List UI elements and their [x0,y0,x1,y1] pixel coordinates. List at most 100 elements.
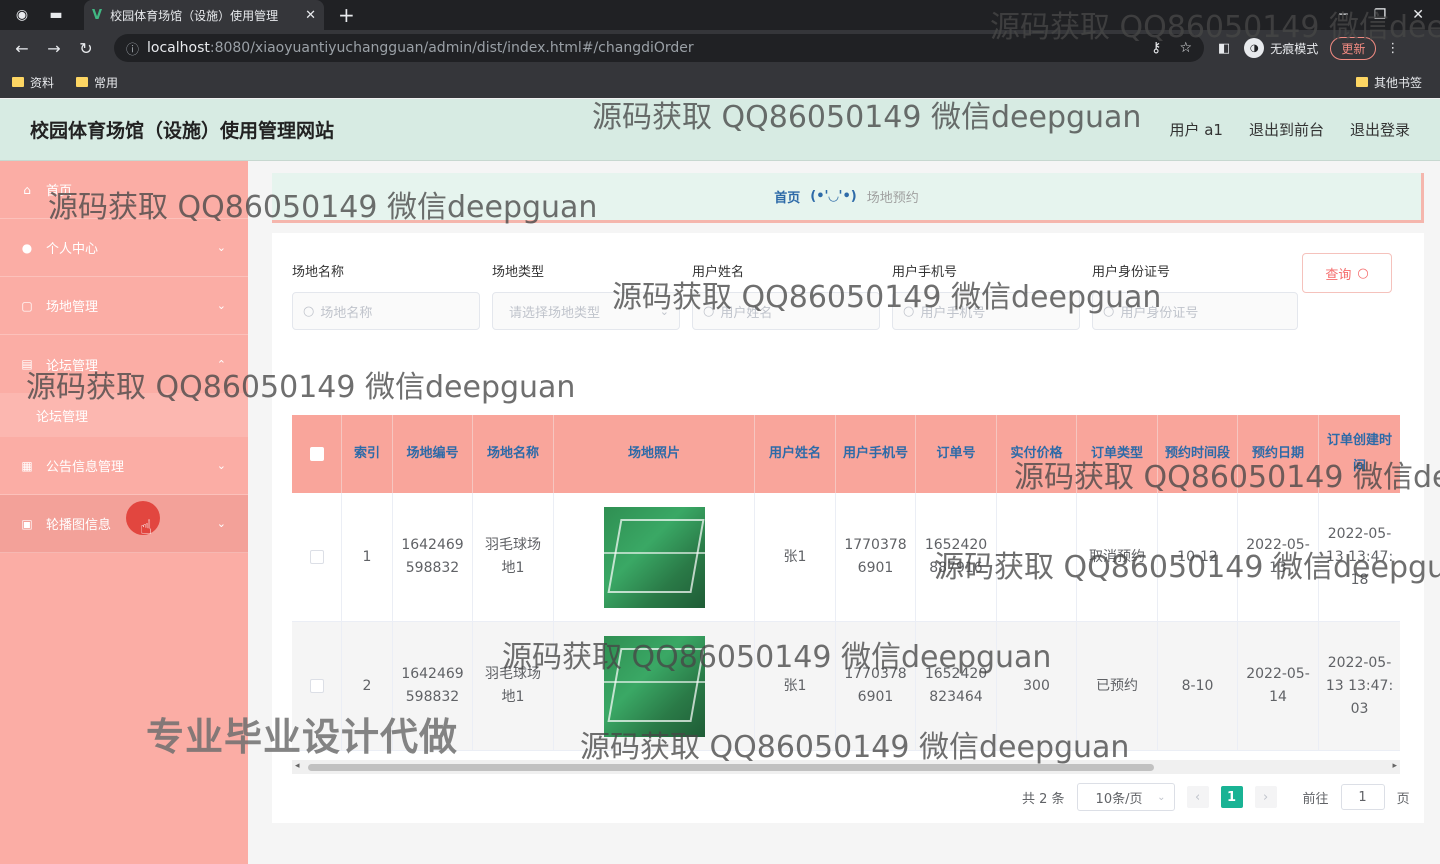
reload-icon[interactable]: ↻ [70,39,102,58]
folder-icon [1355,77,1368,87]
chevron-down-icon: ⌄ [216,299,226,312]
select-all-cell[interactable] [292,415,342,493]
row-select-cell[interactable] [292,493,342,621]
scroll-left-icon[interactable]: ◂ [295,761,300,771]
back-to-front-link[interactable]: 退出到前台 [1249,119,1324,140]
tab-close-icon[interactable]: ✕ [305,8,316,23]
cell-price [997,493,1077,621]
goto-page-input[interactable]: 1 [1340,784,1385,810]
bookmarks-bar: 资料 常用 其他书签 [0,66,1440,98]
logout-link[interactable]: 退出登录 [1350,119,1410,140]
table-header-cell[interactable]: 预约时间段 [1158,415,1238,493]
site-title: 校园体育场馆（设施）使用管理网站 [30,120,335,142]
cell-order-no: 1652420887916 [916,493,997,621]
table-header-cell[interactable]: 订单号 [916,415,997,493]
close-window-icon[interactable]: ✕ [1412,7,1424,23]
query-button[interactable]: 查询 ○ [1302,253,1392,293]
window-controls: ─ ❐ ✕ [1339,0,1440,30]
table-header-cell[interactable]: 预约日期 [1238,415,1319,493]
table-header-cell[interactable]: 索引 [342,415,393,493]
sidebar-subitem-forum[interactable]: 论坛管理 [0,393,248,437]
venue-name-input[interactable]: ○ 场地名称 [292,292,480,330]
filter-form: 场地名称 ○ 场地名称 场地类型 请选择场地类型 ⌄ 用户姓名 ○ 用户姓名 用户手机… [292,261,1298,330]
cell-created-time: 2022-05-13 13:47:18 [1325,525,1394,588]
bookmark-star-icon[interactable]: ☆ [1179,40,1192,56]
user-name-input[interactable]: ○ 用户姓名 [692,292,880,330]
cell-venue-no: 1642469598832 [393,493,473,621]
next-page-button[interactable]: › [1254,786,1277,808]
cell-user-phone: 17703786901 [836,493,916,621]
table-header-cell[interactable]: 场地编号 [393,415,473,493]
venue-photo[interactable] [603,635,705,737]
table-header-cell[interactable]: 场地名称 [473,415,554,493]
bookmark-folder-1[interactable]: 资料 [12,74,54,91]
cell-order-type: 取消预约 [1077,493,1158,621]
row-checkbox[interactable] [309,550,324,564]
incognito-indicator[interactable]: ◑ 无痕模式 [1244,38,1318,58]
key-icon[interactable]: ⚷ [1151,40,1161,56]
minimize-icon[interactable]: ─ [1339,7,1347,23]
sidepanel-icon[interactable]: ◧ [1218,41,1230,56]
horizontal-scrollbar[interactable]: ◂ ▸ [292,760,1400,774]
table-row[interactable]: 2 1642469598832 羽毛球场地1 张1 17703786901 16… [292,622,1400,751]
cell-venue-photo [554,493,755,621]
page-number[interactable]: 1 [1220,786,1243,808]
scroll-right-icon[interactable]: ▸ [1392,761,1397,771]
ad-overlay-text: 专业毕业设计代做 [146,715,459,759]
chevron-down-icon: ⌄ [659,304,669,318]
url-field[interactable]: ⓘ localhost:8080/xiaoyuantiyuchangguan/a… [114,34,1204,62]
select-all-checkbox[interactable] [309,447,324,461]
sidebar-item-profile[interactable]: ● 个人中心 ⌄ [0,219,248,277]
vue-logo-icon: V [92,7,103,23]
sidebar-item-notice[interactable]: ▦ 公告信息管理 ⌄ [0,437,248,495]
page-size-select[interactable]: 10条/页 ⌄ [1076,783,1175,811]
new-tab-icon[interactable]: + [338,3,355,27]
other-bookmarks[interactable]: 其他书签 [1355,74,1422,91]
more-menu-icon[interactable]: ⋮ [1386,41,1399,56]
sidebar-item-venue[interactable]: ▢ 场地管理 ⌄ [0,277,248,335]
venue-icon: ▢ [21,298,33,313]
forum-icon: ▤ [21,357,33,371]
browser-tab-bar: ◉ ▬ V 校园体育场馆（设施）使用管理 ✕ + ─ ❐ ✕ [0,0,1440,30]
chevron-down-icon: ⌄ [216,517,226,530]
back-icon[interactable]: ← [6,39,38,58]
table-header-cell[interactable]: 场地照片 [554,415,755,493]
table-header-cell[interactable]: 实付价格 [997,415,1077,493]
folder-icon [76,77,89,87]
venue-type-select[interactable]: 请选择场地类型 ⌄ [492,292,680,330]
table-header-cell[interactable]: 用户姓名 [755,415,836,493]
browser-menu-icon[interactable]: ◉ [10,3,34,27]
forward-icon[interactable]: → [38,39,70,58]
url-host: localhost [147,40,210,56]
table-row[interactable]: 1 1642469598832 羽毛球场地1 张1 17703786901 16… [292,493,1400,622]
page-suffix: 页 [1396,791,1410,807]
search-icon: ○ [903,303,915,319]
filter-user-idcard: 用户身份证号 ○ 用户身份证号 [1092,261,1298,330]
site-info-icon[interactable]: ⓘ [126,39,139,58]
browser-tab[interactable]: V 校园体育场馆（设施）使用管理 ✕ [84,0,324,30]
prev-page-button[interactable]: ‹ [1186,786,1209,808]
sidebar-item-forum[interactable]: ▤ 论坛管理 ⌃ [0,335,248,393]
table-header-cell[interactable]: 订单类型 [1077,415,1158,493]
row-checkbox[interactable] [309,679,324,693]
filter-label: 用户身份证号 [1092,265,1171,280]
table-header-cell[interactable]: 订单创建时间 [1319,415,1400,493]
restore-icon[interactable]: ❐ [1374,7,1387,23]
cell-time-slot: 10-12 [1158,493,1238,621]
bookmark-folder-2[interactable]: 常用 [76,74,118,91]
scrollbar-thumb[interactable] [308,764,1154,771]
venue-photo[interactable] [603,506,705,608]
sidebar-item-carousel[interactable]: ▣ 轮播图信息 ⌄ [0,495,248,553]
update-button[interactable]: 更新 [1330,36,1377,60]
table-header-cell[interactable]: 用户手机号 [836,415,916,493]
user-idcard-input[interactable]: ○ 用户身份证号 [1092,292,1298,330]
tab-list-icon[interactable]: ▬ [44,3,68,27]
cell-order-type: 已预约 [1077,622,1158,750]
breadcrumb-home[interactable]: 首页 [774,187,800,206]
table-header: 索引 场地编号 场地名称 场地照片 用户姓名 用户手机号 订单号 实付价格 订单… [292,415,1400,493]
cell-created-time: 2022-05-13 13:47:03 [1325,654,1394,717]
user-phone-input[interactable]: ○ 用户手机号 [892,292,1080,330]
chevron-down-icon: ⌄ [216,241,226,254]
sidebar-item-home[interactable]: ⌂ 首页 [0,161,248,219]
pagination: 共 2 条 10条/页 ⌄ ‹ 1 › 前往 1 页 [1022,783,1410,811]
